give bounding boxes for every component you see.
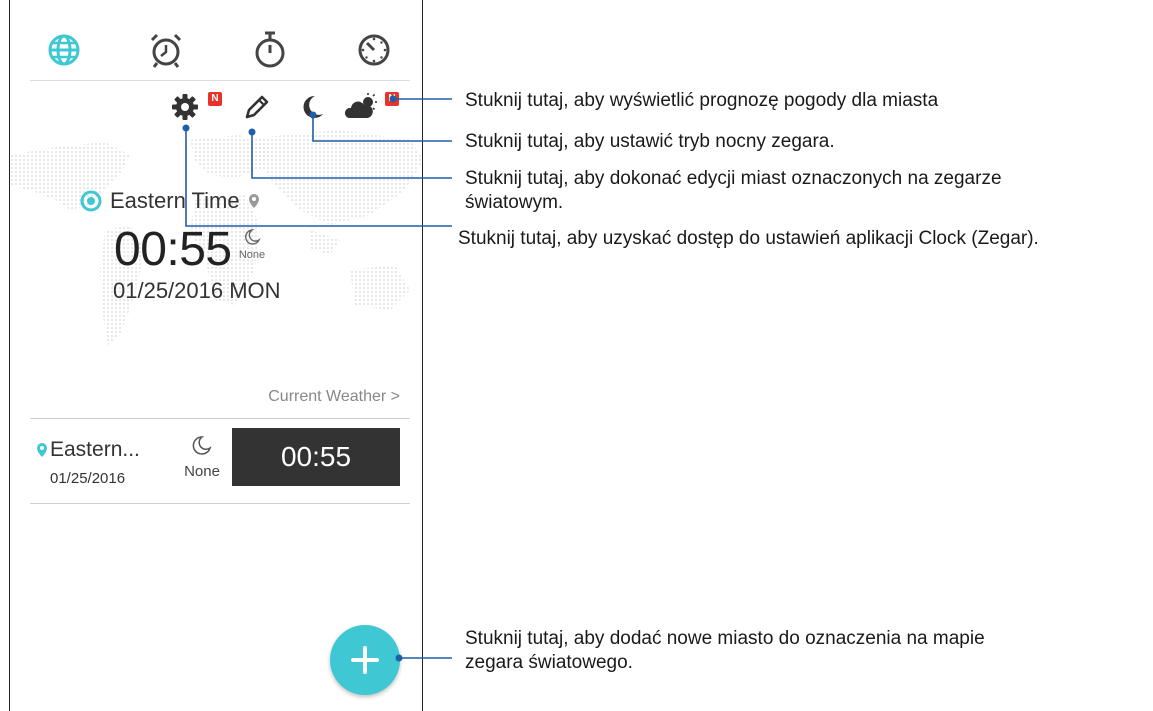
edit-cities-button[interactable] [242, 92, 272, 122]
main-city-name: Eastern Time [110, 188, 240, 213]
main-date: 01/25/2016 MON [113, 278, 281, 303]
globe-icon [48, 34, 80, 66]
annotation-weather: Stuknij tutaj, aby wyświetlić prognozę p… [465, 90, 939, 111]
main-time: 00:55 [114, 223, 232, 276]
divider [30, 503, 410, 504]
list-city-name: Eastern... [50, 438, 140, 461]
night-mode-button[interactable] [297, 92, 327, 122]
location-pin-icon [37, 443, 47, 457]
annotation-add-line2: zegara światowego. [465, 652, 633, 673]
main-weather-label: None [238, 249, 266, 261]
clock-app-screen: N N Eastern Time 00:55 None 01/25/2016 M… [9, 0, 423, 711]
list-city-weather-label: None [184, 463, 220, 480]
main-weather: None [232, 228, 272, 261]
weather-icon [344, 93, 377, 118]
tab-alarm[interactable] [144, 28, 188, 72]
list-city: Eastern... [36, 438, 140, 462]
moon-outline-icon [244, 229, 261, 245]
tab-timer[interactable] [352, 28, 396, 72]
timer-icon [358, 34, 390, 66]
settings-new-badge: N [208, 92, 222, 106]
annotation-night-mode: Stuknij tutaj, aby ustawić tryb nocny ze… [465, 131, 835, 152]
annotation-edit-line1: Stuknij tutaj, aby dokonać edycji miast … [465, 168, 1002, 189]
plus-icon [351, 646, 379, 674]
list-city-date: 01/25/2016 [50, 470, 126, 487]
weather-new-badge: N [385, 92, 399, 106]
add-city-button[interactable] [330, 625, 400, 695]
list-city-time: 00:55 [232, 428, 400, 486]
selected-city-icon [80, 190, 102, 212]
annotation-add-line1: Stuknij tutaj, aby dodać nowe miasto do … [465, 628, 985, 649]
gear-icon [172, 94, 198, 120]
annotation-edit: Stuknij tutaj, aby dokonać edycji miast … [465, 167, 1002, 215]
pencil-icon [245, 95, 269, 119]
divider [30, 418, 410, 419]
annotation-add: Stuknij tutaj, aby dodać nowe miasto do … [465, 627, 985, 675]
settings-button[interactable] [170, 92, 200, 122]
tab-world-clock[interactable] [42, 28, 86, 72]
stopwatch-icon [255, 31, 285, 68]
alarm-clock-icon [150, 33, 182, 68]
annotation-settings: Stuknij tutaj, aby uzyskać dostęp do ust… [458, 228, 1039, 249]
location-pin-icon [248, 194, 259, 208]
current-weather-link[interactable]: Current Weather > [268, 388, 400, 406]
city-list-item[interactable]: Eastern... 01/25/2016 None 00:55 [30, 428, 410, 496]
tab-stopwatch[interactable] [248, 28, 292, 72]
moon-outline-icon [192, 436, 212, 455]
annotation-edit-line2: światowym. [465, 192, 564, 213]
list-city-weather: None [180, 434, 224, 480]
tab-bar [30, 18, 410, 81]
moon-icon [303, 95, 323, 118]
main-city: Eastern Time [80, 188, 260, 214]
weather-forecast-button[interactable] [344, 92, 380, 122]
